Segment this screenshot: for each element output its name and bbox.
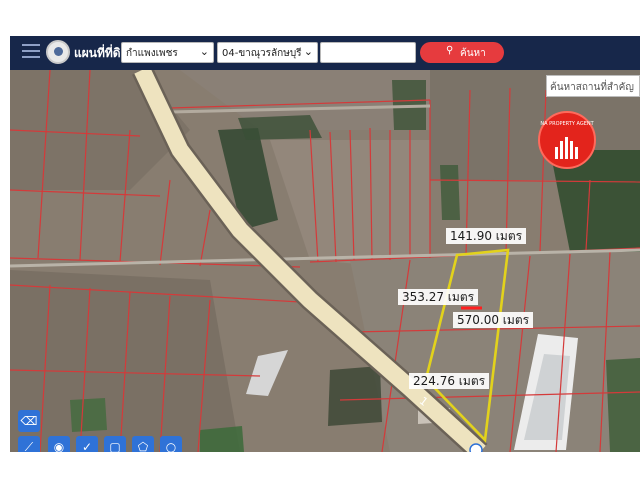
search-button[interactable]: ⚲ ค้นหา [420, 42, 504, 63]
app-logo[interactable] [46, 40, 70, 64]
place-search-input[interactable]: ค้นหาสถานที่สำคัญ [546, 75, 640, 97]
building-bars-icon [555, 137, 581, 159]
district-select[interactable]: 04-ขาณุวรลักษบุรี ⌄ [217, 42, 318, 63]
measure-south: 224.76 เมตร [409, 373, 490, 389]
measure-west: 353.27 เมตร [398, 289, 479, 305]
province-select[interactable]: กำแพงเพชร ⌄ [121, 42, 214, 63]
chevron-down-icon: ⌄ [303, 45, 313, 58]
eraser-icon[interactable]: ⌫ [18, 410, 40, 432]
search-button-label: ค้นหา [460, 48, 486, 59]
chevron-down-icon: ⌄ [199, 45, 209, 58]
magnifier-icon: ⚲ [446, 45, 454, 56]
bottom-margin [0, 452, 640, 480]
hamburger-menu-icon[interactable] [22, 44, 40, 58]
parcel-search-input[interactable] [320, 42, 416, 63]
district-select-value: 04-ขาณุวรลักษบุรี [222, 48, 302, 59]
measure-north: 141.90 เมตร [446, 228, 527, 244]
top-margin [0, 0, 640, 30]
province-select-value: กำแพงเพชร [126, 48, 178, 59]
agent-logo-badge: NA PROPERTY AGENT [538, 111, 596, 169]
measure-east: 570.00 เมตร [453, 312, 534, 328]
